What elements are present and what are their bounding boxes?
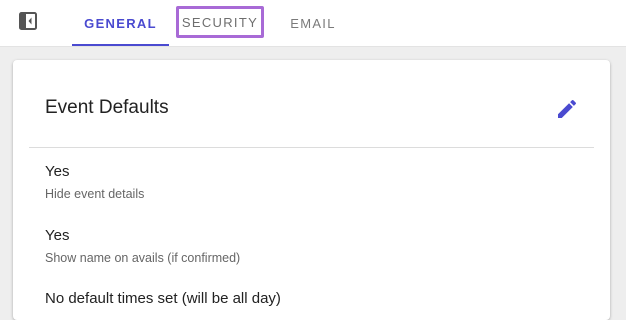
event-defaults-card: Event Defaults Yes Hide event details Ye…	[13, 60, 610, 320]
setting-description: Show name on avails (if confirmed)	[45, 251, 241, 265]
setting-value: Yes	[45, 163, 70, 180]
setting-show-name-on-avails: Yes Show name on avails (if confirmed)	[45, 227, 240, 266]
tab-general[interactable]: GENERAL	[72, 0, 169, 46]
sidebar-collapse-icon	[19, 12, 37, 30]
tab-general-label: GENERAL	[84, 15, 157, 31]
tab-email-label: EMAIL	[290, 15, 336, 31]
edit-button[interactable]	[553, 95, 581, 123]
tab-security-label: SECURITY	[181, 14, 259, 30]
card-title: Event Defaults	[45, 97, 169, 118]
pencil-icon	[558, 99, 577, 118]
tab-security[interactable]: SECURITY	[176, 6, 264, 38]
tab-email[interactable]: EMAIL	[278, 0, 348, 46]
setting-value: Yes	[45, 227, 70, 244]
setting-value: No default times set (will be all day)	[45, 290, 281, 307]
active-tab-indicator	[72, 44, 169, 46]
setting-description: Hide event details	[45, 187, 145, 201]
setting-hide-event-details: Yes Hide event details	[45, 163, 144, 202]
sidebar-toggle-button[interactable]	[19, 12, 37, 30]
divider	[29, 147, 594, 148]
setting-default-times: No default times set (will be all day)	[45, 290, 281, 308]
top-tab-bar: GENERAL SECURITY EMAIL	[0, 0, 626, 47]
